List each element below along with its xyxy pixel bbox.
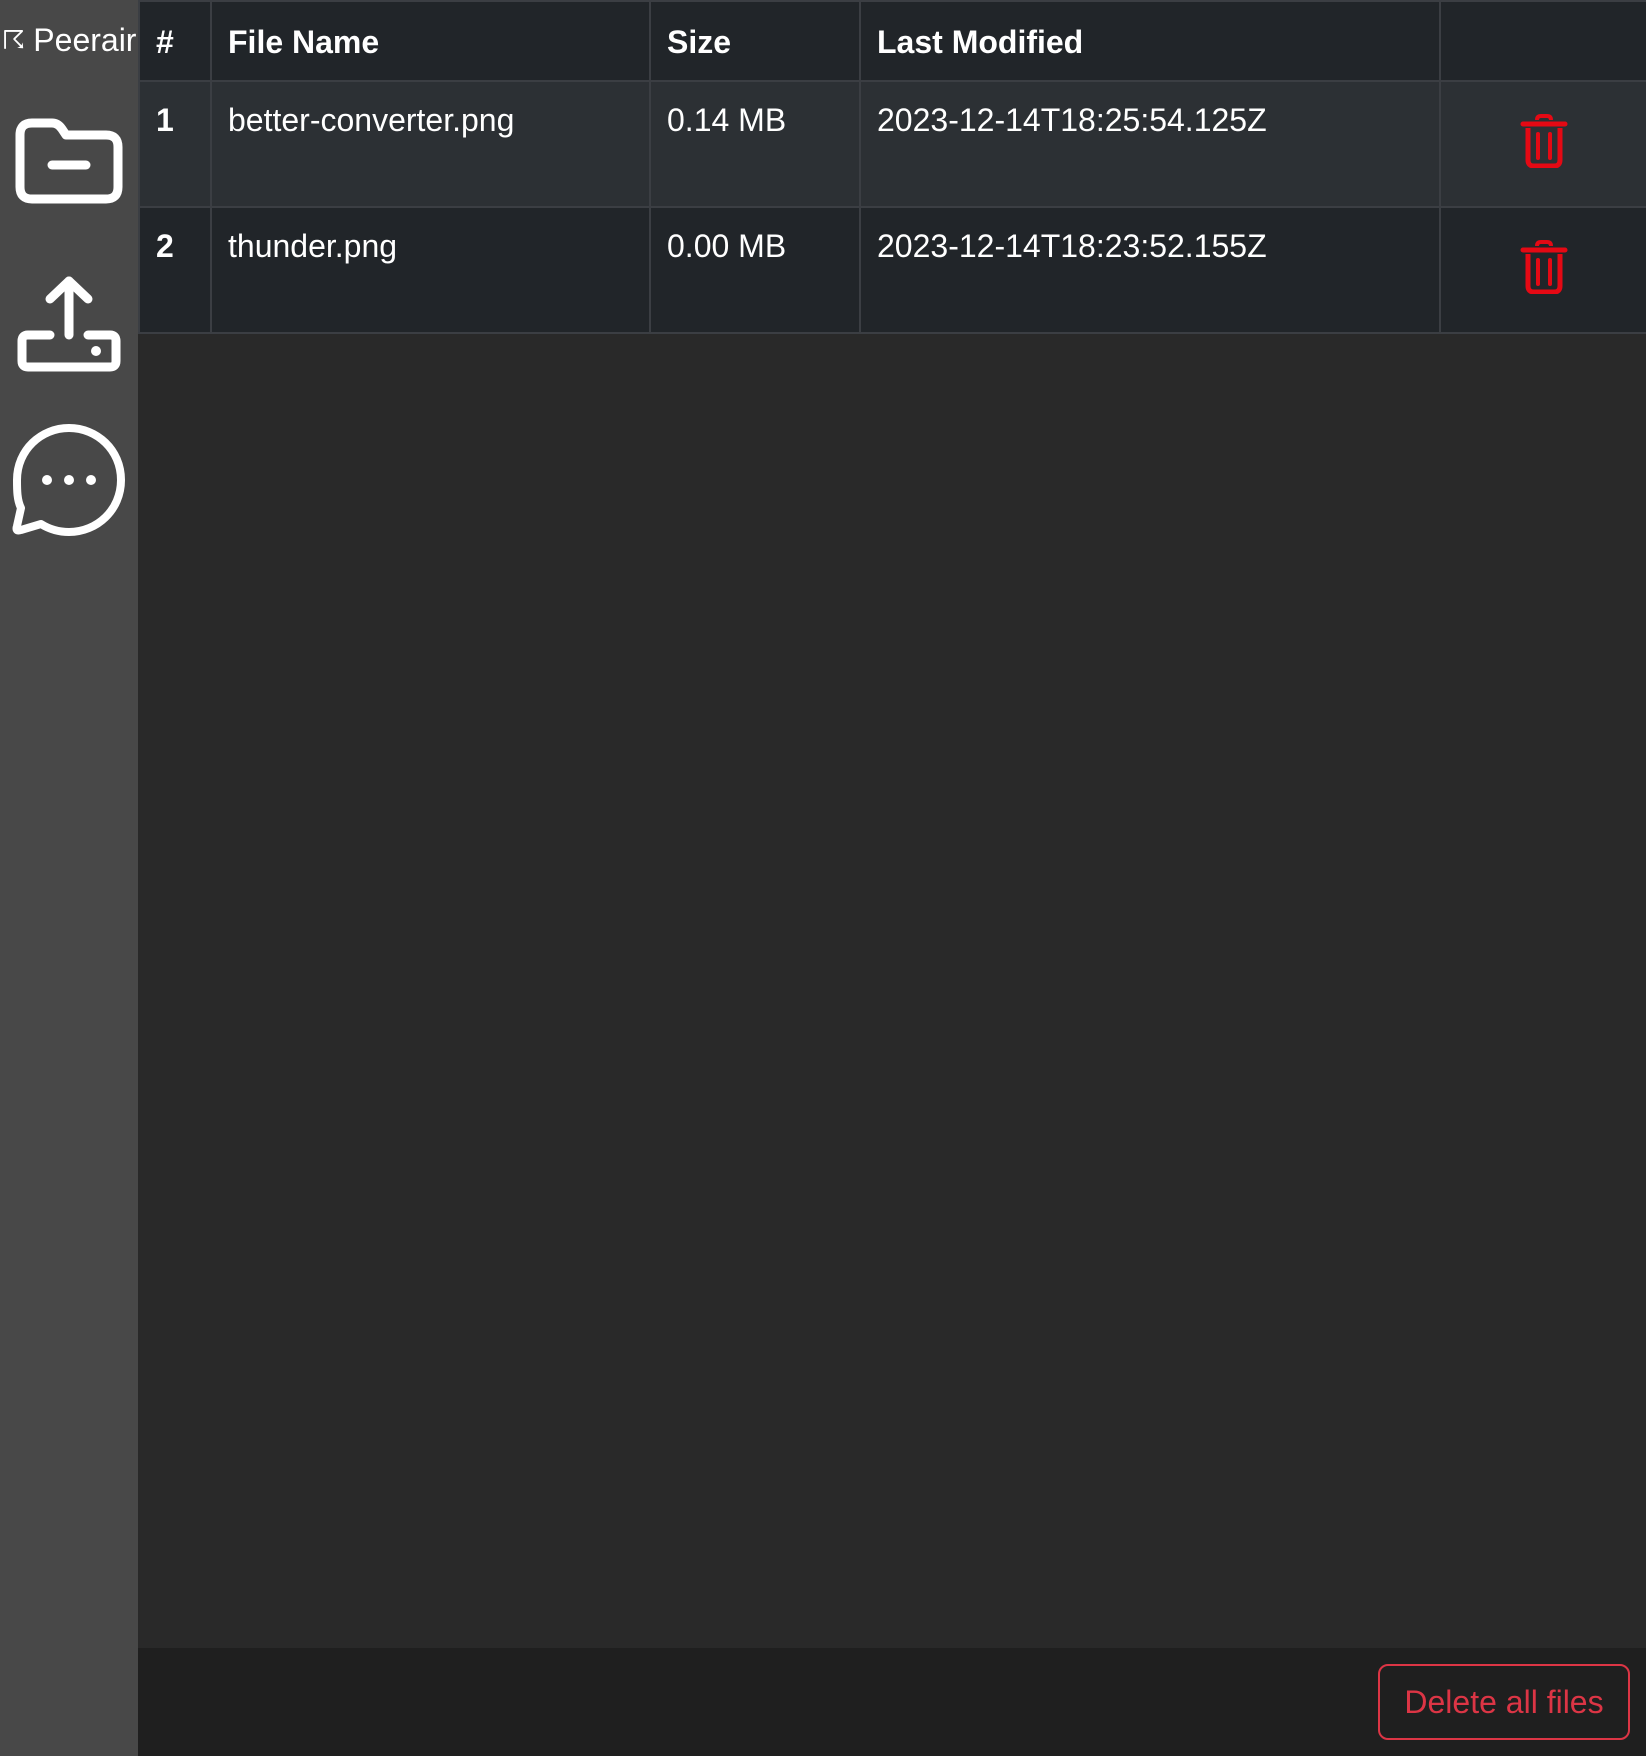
row-size: 0.00 MB: [649, 206, 861, 334]
trash-icon: [1520, 240, 1567, 295]
header-action: [1439, 0, 1646, 82]
row-file-name: thunder.png: [210, 206, 651, 334]
folder-minus-icon: [15, 118, 123, 204]
row-num: 1: [138, 80, 212, 208]
brand-name: Peerair: [33, 21, 137, 58]
header-file-name: File Name: [210, 0, 651, 82]
row-size: 0.14 MB: [649, 80, 861, 208]
delete-file-button[interactable]: [1520, 240, 1568, 302]
files-table: # File Name Size Last Modified 1 better-…: [138, 0, 1646, 334]
row-file-name: better-converter.png: [210, 80, 651, 208]
table-row: 1 better-converter.png 0.14 MB 2023-12-1…: [138, 80, 1646, 208]
row-last-modified: 2023-12-14T18:25:54.125Z: [859, 80, 1441, 208]
brand-icon: ☈: [2, 24, 26, 55]
sidebar-item-upload[interactable]: [0, 258, 138, 388]
row-actions: [1439, 80, 1646, 208]
row-num: 2: [138, 206, 212, 334]
main-content: # File Name Size Last Modified 1 better-…: [138, 0, 1646, 1756]
row-last-modified: 2023-12-14T18:23:52.155Z: [859, 206, 1441, 334]
row-actions: [1439, 206, 1646, 334]
chat-bubble-dots-icon: [12, 424, 125, 536]
header-size: Size: [649, 0, 861, 82]
delete-all-files-button[interactable]: Delete all files: [1378, 1664, 1630, 1740]
sidebar-item-chat[interactable]: [0, 415, 138, 545]
footer-bar: Delete all files: [138, 1648, 1646, 1756]
sidebar: ☈ Peerair: [0, 0, 138, 1756]
upload-tray-icon: [17, 276, 121, 372]
table-row: 2 thunder.png 0.00 MB 2023-12-14T18:23:5…: [138, 206, 1646, 334]
sidebar-item-files[interactable]: [0, 95, 138, 225]
table-header-row: # File Name Size Last Modified: [138, 0, 1646, 82]
delete-file-button[interactable]: [1520, 114, 1568, 176]
brand[interactable]: ☈ Peerair: [0, 18, 138, 62]
header-num: #: [138, 0, 212, 82]
trash-icon: [1520, 114, 1567, 169]
app-root: ☈ Peerair # File Name Size Last Modified…: [0, 0, 1646, 1756]
header-last-modified: Last Modified: [859, 0, 1441, 82]
